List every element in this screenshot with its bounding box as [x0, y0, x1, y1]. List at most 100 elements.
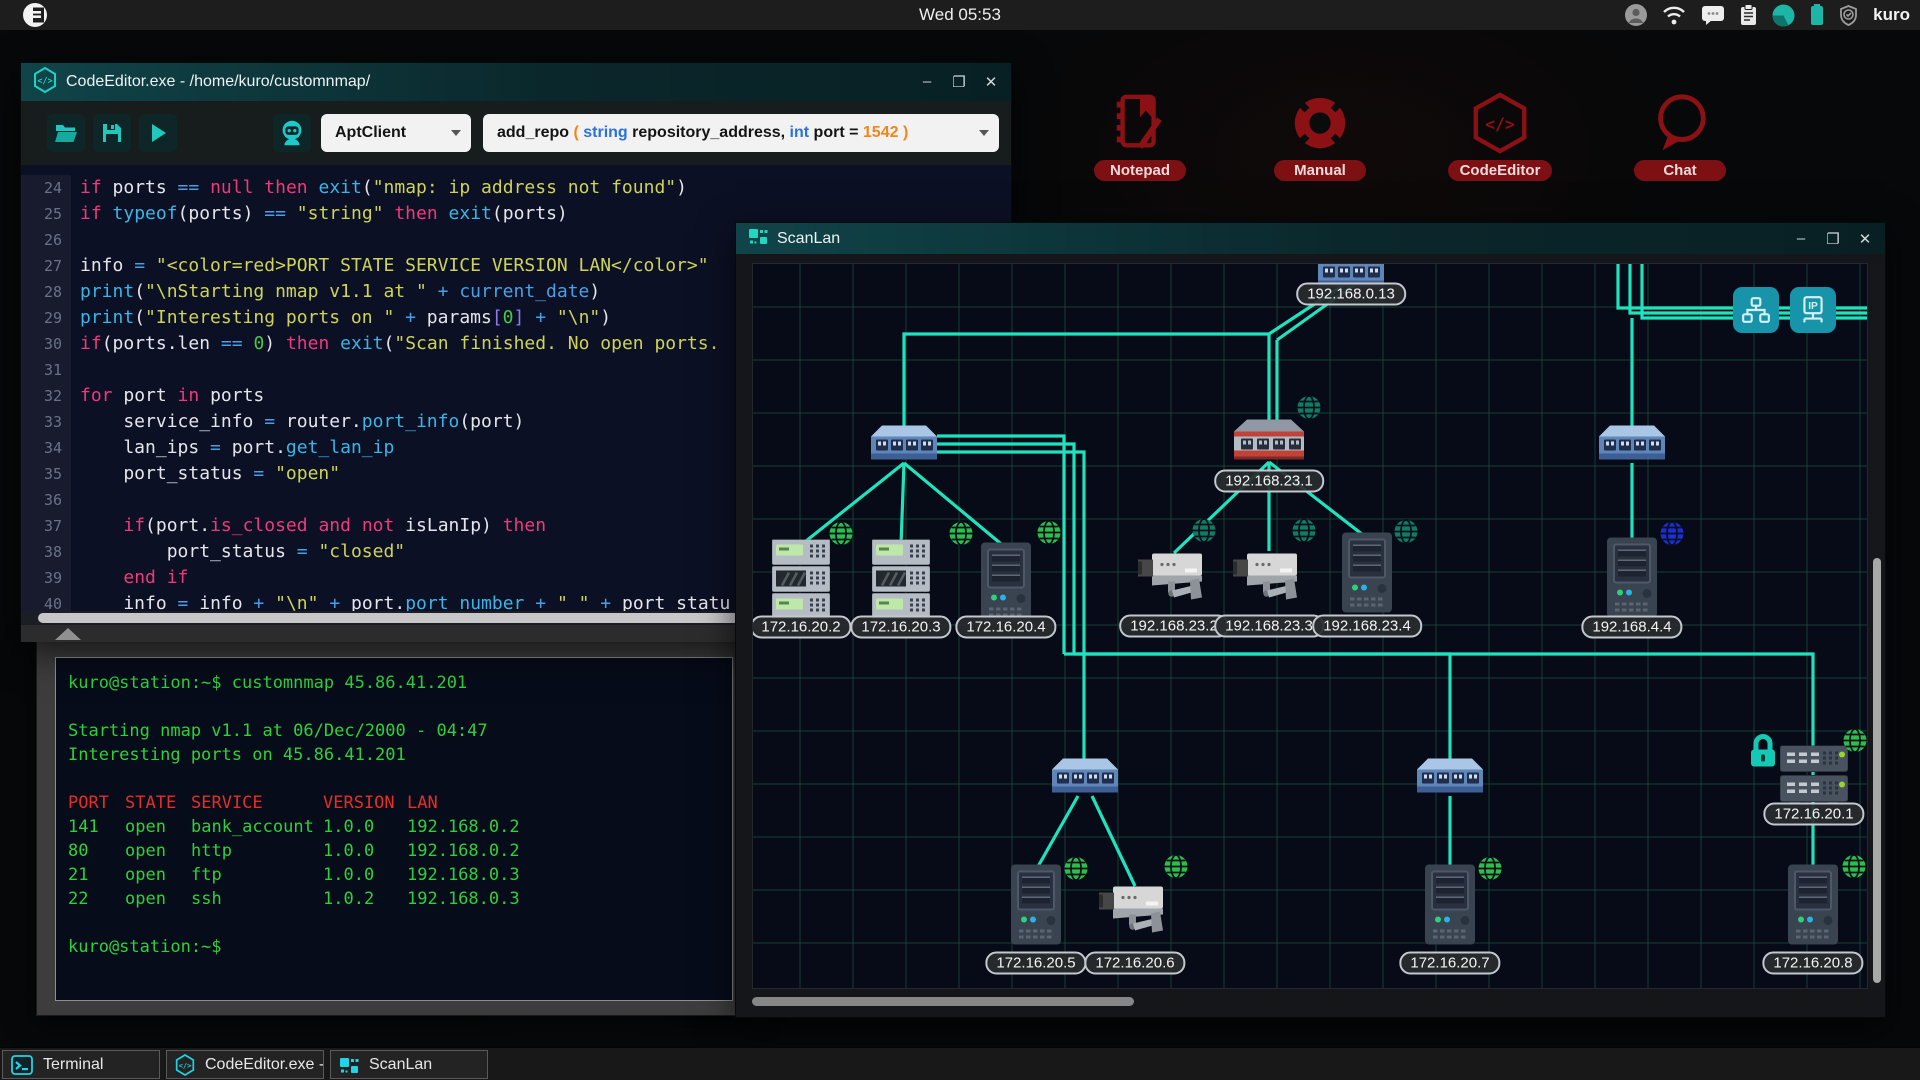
- desktop-icon-manual[interactable]: Manual: [1262, 88, 1378, 181]
- minimize-button[interactable]: –: [919, 73, 935, 91]
- globe-green-icon: [1163, 853, 1190, 885]
- network-node-192.168.23.3[interactable]: [1233, 548, 1305, 607]
- terminal-table-cell: 192.168.0.3: [407, 887, 547, 911]
- network-node-172.16.20.3[interactable]: [872, 540, 930, 625]
- network-node-172.16.20.8[interactable]: [1788, 865, 1838, 950]
- tray-avatar-icon[interactable]: [1625, 4, 1647, 26]
- node-ip-label: 192.168.23.1: [1214, 470, 1324, 493]
- lock-icon: [1748, 734, 1778, 775]
- top-status-bar: Wed 05:53 kuro: [0, 0, 1920, 30]
- terminal-icon: [11, 1054, 33, 1076]
- terminal-table-cell: PORT: [68, 791, 125, 815]
- notepad-icon: [1082, 88, 1198, 158]
- network-node-172.16.20.7[interactable]: [1425, 865, 1475, 950]
- network-node-172.16.20.5[interactable]: [1011, 865, 1061, 950]
- tray-chat-icon[interactable]: [1701, 5, 1725, 26]
- line-number: 37: [21, 513, 71, 539]
- terminal-line: [68, 695, 732, 719]
- network-map-canvas[interactable]: 192.168.0.13192.168.23.1172.16.20.2172.1…: [752, 263, 1868, 989]
- network-node-switch[interactable]: [1599, 423, 1665, 468]
- taskbar-item-terminal[interactable]: Terminal: [2, 1050, 160, 1079]
- terminal-table-cell: LAN: [407, 791, 547, 815]
- globe-green-icon: [1063, 855, 1090, 887]
- terminal-table-cell: 22: [68, 887, 125, 911]
- minimize-button[interactable]: –: [1793, 230, 1809, 248]
- open-file-button[interactable]: [47, 114, 85, 152]
- username-label: kuro: [1873, 5, 1910, 25]
- network-node-172.16.20.6[interactable]: [1099, 881, 1171, 940]
- desktop-icon-codeeditor[interactable]: </>CodeEditor: [1442, 88, 1558, 181]
- network-node-switch[interactable]: [1052, 756, 1118, 801]
- tray-battery-icon[interactable]: [1810, 4, 1824, 26]
- code-text: [71, 227, 80, 253]
- desktop-icon-chat[interactable]: Chat: [1622, 88, 1738, 181]
- code-text: service_info = router.port_info(port): [71, 409, 524, 435]
- run-button[interactable]: [139, 114, 177, 152]
- globe-green-icon: [1842, 727, 1869, 759]
- map-hscrollbar: [752, 995, 1868, 1008]
- save-icon: [101, 122, 123, 144]
- desktop-icon-notepad[interactable]: Notepad: [1082, 88, 1198, 181]
- tray-clipboard-icon[interactable]: [1740, 4, 1757, 26]
- node-ip-label: 172.16.20.8: [1762, 952, 1863, 975]
- terminal-table-cell: SERVICE: [191, 791, 323, 815]
- terminal-table-cell: bank_account: [191, 815, 323, 839]
- taskbar-item-scanlan[interactable]: ScanLan: [330, 1050, 488, 1079]
- map-button-topology[interactable]: [1733, 287, 1779, 333]
- code-editor-toolbar: AptClient add_repo ( string repository_a…: [21, 101, 1011, 165]
- network-node-172.16.20.2[interactable]: [772, 540, 830, 625]
- library-dropdown[interactable]: AptClient: [321, 114, 471, 152]
- maximize-button[interactable]: ❐: [1825, 230, 1841, 248]
- terminal-table-cell: 1.0.0: [323, 815, 407, 839]
- terminal-table-cell: 192.168.0.3: [407, 863, 547, 887]
- tray-wifi-icon[interactable]: [1662, 6, 1686, 25]
- taskbar-item-codeeditor[interactable]: </>CodeEditor.exe - …: [166, 1050, 324, 1079]
- line-number: 28: [21, 279, 71, 305]
- terminal-table-cell: 1.0.0: [323, 839, 407, 863]
- terminal-line: kuro@station:~$ customnmap 45.86.41.201: [68, 671, 732, 695]
- network-node-192.168.23.4[interactable]: [1342, 533, 1392, 618]
- api-browser-button[interactable]: [273, 114, 311, 152]
- map-button-ip-config[interactable]: IP: [1790, 287, 1836, 333]
- maximize-button[interactable]: ❐: [951, 73, 967, 91]
- close-button[interactable]: ✕: [1857, 230, 1873, 248]
- codeeditor-icon: </>: [175, 1054, 195, 1076]
- terminal-table-cell: ftp: [191, 863, 323, 887]
- terminal-table-cell: http: [191, 839, 323, 863]
- line-number: 29: [21, 305, 71, 331]
- code-text: for port in ports: [71, 383, 264, 409]
- desktop-icon-label: CodeEditor: [1448, 160, 1553, 181]
- network-node-192.168.4.4[interactable]: [1607, 538, 1657, 623]
- node-ip-label: 172.16.20.5: [985, 952, 1086, 975]
- close-button[interactable]: ✕: [983, 73, 999, 91]
- save-file-button[interactable]: [93, 114, 131, 152]
- terminal-line: Starting nmap v1.1 at 06/Dec/2000 - 04:4…: [68, 719, 732, 743]
- map-vscrollbar: [1871, 263, 1883, 989]
- network-node-switch[interactable]: [871, 423, 937, 468]
- code-text: info = info + "\n" + port.port_number + …: [71, 591, 730, 611]
- network-node-172.16.20.1[interactable]: [1780, 746, 1848, 809]
- chevron-down-icon: [451, 130, 461, 136]
- network-node-switch[interactable]: [1417, 756, 1483, 801]
- vscrollbar-thumb[interactable]: [1873, 558, 1881, 983]
- scanlan-icon: [748, 226, 768, 251]
- network-node-192.168.23.2[interactable]: [1138, 548, 1210, 607]
- terminal-output[interactable]: kuro@station:~$ customnmap 45.86.41.201 …: [55, 657, 733, 1001]
- network-node-192.168.23.1[interactable]: [1234, 418, 1304, 467]
- method-signature-dropdown[interactable]: add_repo ( string repository_address, in…: [483, 114, 999, 152]
- hscrollbar-thumb[interactable]: [752, 997, 1134, 1006]
- terminal-line: [68, 911, 732, 935]
- line-number: 27: [21, 253, 71, 279]
- code-text: if(port.is_closed and not isLanIp) then: [71, 513, 546, 539]
- tray-shield-check-icon[interactable]: [1839, 5, 1858, 26]
- svg-text:</>: </>: [37, 76, 52, 86]
- terminal-table-cell: 80: [68, 839, 125, 863]
- tray-status-circle-icon[interactable]: [1772, 4, 1795, 27]
- code-text: end if: [71, 565, 188, 591]
- globe-green-icon: [948, 520, 975, 552]
- line-number: 30: [21, 331, 71, 357]
- node-ip-label: 172.16.20.3: [850, 616, 951, 639]
- hscrollbar-thumb[interactable]: [38, 613, 746, 623]
- globe-teal-icon: [1291, 517, 1318, 549]
- expand-panel-arrow[interactable]: [55, 628, 81, 640]
